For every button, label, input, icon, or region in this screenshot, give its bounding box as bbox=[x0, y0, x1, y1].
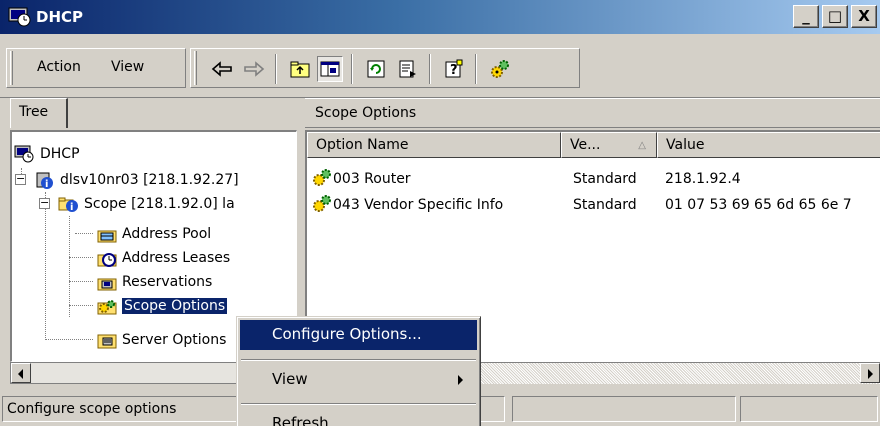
column-header-value[interactable]: Value bbox=[657, 132, 880, 158]
option-value: 01 07 53 69 65 6d 65 6e 7 bbox=[665, 197, 852, 213]
option-value: 218.1.92.4 bbox=[665, 171, 741, 187]
tree-node-label: Address Pool bbox=[122, 226, 212, 242]
tree-connector bbox=[69, 281, 93, 282]
right-arrow-icon bbox=[868, 369, 873, 379]
sort-ascending-icon: △ bbox=[638, 140, 646, 151]
svg-text:?: ? bbox=[450, 63, 458, 78]
list-item[interactable]: 043 Vendor Specific Info Standard 01 07 … bbox=[311, 194, 880, 218]
toolbar: Action View ? bbox=[0, 34, 880, 98]
tree-node-server-options[interactable]: Server Options bbox=[96, 328, 226, 352]
tree-node-scope[interactable]: i Scope [218.1.92.0] la bbox=[58, 192, 235, 216]
tree-connector bbox=[69, 305, 93, 306]
menu-group: Action View bbox=[6, 48, 186, 88]
list-item[interactable]: 003 Router Standard 218.1.92.4 bbox=[311, 168, 880, 192]
scroll-right-button[interactable] bbox=[860, 363, 880, 383]
server-icon: i bbox=[34, 170, 56, 190]
back-arrow-icon[interactable] bbox=[209, 56, 235, 82]
column-header-vendor[interactable]: Ve... △ bbox=[561, 132, 657, 158]
option-gear-icon bbox=[311, 194, 333, 218]
menu-view[interactable]: View bbox=[111, 59, 144, 75]
tree-node-address-pool[interactable]: Address Pool bbox=[96, 222, 211, 246]
show-hide-tree-icon[interactable] bbox=[317, 56, 343, 82]
column-header-label: Ve... bbox=[570, 137, 601, 153]
submenu-arrow-icon bbox=[458, 375, 463, 385]
tree-connector bbox=[45, 192, 46, 340]
tree-connector bbox=[69, 216, 70, 317]
tree-node-label: Scope [218.1.92.0] la bbox=[84, 196, 235, 212]
close-button[interactable]: X bbox=[851, 5, 877, 28]
window-title: DHCP bbox=[36, 8, 84, 26]
address-pool-icon bbox=[96, 224, 118, 244]
tree-node-address-leases[interactable]: Address Leases bbox=[96, 246, 230, 270]
tree-tab[interactable]: Tree bbox=[10, 98, 68, 128]
tree-connector bbox=[75, 233, 93, 234]
maximize-button[interactable]: □ bbox=[822, 5, 848, 28]
address-leases-icon bbox=[96, 248, 118, 268]
column-header-option-name[interactable]: Option Name bbox=[307, 132, 561, 158]
toolbar-separator bbox=[429, 54, 431, 84]
tree-connector bbox=[45, 339, 93, 340]
option-vendor: Standard bbox=[573, 171, 637, 187]
svg-text:i: i bbox=[45, 179, 48, 190]
dhcp-console-icon bbox=[14, 144, 36, 164]
status-panel-3 bbox=[512, 396, 736, 422]
left-arrow-icon bbox=[18, 369, 23, 379]
scope-folder-icon: i bbox=[58, 194, 80, 214]
toolbar-separator bbox=[275, 54, 277, 84]
tree-connector bbox=[69, 257, 93, 258]
tree-node-label: Reservations bbox=[122, 274, 213, 290]
toolbar-separator bbox=[351, 54, 353, 84]
details-pane-title: Scope Options bbox=[305, 98, 880, 128]
minimize-button[interactable]: _ bbox=[793, 5, 819, 28]
toolbar-separator bbox=[475, 54, 477, 84]
tree-node-server[interactable]: i dlsv10nr03 [218.1.92.27] bbox=[34, 168, 239, 192]
option-vendor: Standard bbox=[573, 197, 637, 213]
scope-options-icon bbox=[96, 296, 118, 316]
menu-item-label: View bbox=[272, 370, 308, 388]
reservations-icon bbox=[96, 272, 118, 292]
context-menu: Configure Options... View Refresh bbox=[236, 316, 481, 426]
svg-text:i: i bbox=[70, 202, 73, 213]
option-name: 043 Vendor Specific Info bbox=[333, 197, 504, 213]
export-list-icon[interactable] bbox=[395, 56, 421, 82]
menu-separator bbox=[241, 359, 476, 361]
tree-node-scope-options[interactable]: Scope Options bbox=[96, 294, 229, 318]
collapse-toggle-icon[interactable]: − bbox=[15, 173, 26, 185]
menu-item-refresh[interactable]: Refresh bbox=[240, 409, 477, 426]
toolbar-grip[interactable] bbox=[194, 51, 197, 85]
tree-node-label: Scope Options bbox=[120, 297, 229, 315]
option-name: 003 Router bbox=[333, 171, 411, 187]
tree-node-label: DHCP bbox=[40, 146, 80, 162]
collapse-toggle-icon[interactable]: − bbox=[39, 197, 50, 209]
up-folder-icon[interactable] bbox=[287, 56, 313, 82]
title-bar: DHCP _ □ X bbox=[0, 0, 880, 34]
tree-node-label: Address Leases bbox=[122, 250, 231, 266]
menu-grip[interactable] bbox=[10, 51, 13, 85]
tree-node-label: dlsv10nr03 [218.1.92.27] bbox=[60, 172, 239, 188]
forward-arrow-icon[interactable] bbox=[241, 56, 267, 82]
menu-item-view[interactable]: View bbox=[240, 365, 477, 395]
help-icon[interactable]: ? bbox=[441, 56, 467, 82]
toolbar-buttons-group: ? bbox=[190, 48, 580, 88]
server-options-icon bbox=[96, 330, 118, 350]
dhcp-app-icon bbox=[8, 6, 32, 28]
scroll-left-button[interactable] bbox=[11, 363, 31, 383]
status-panel-4 bbox=[740, 396, 878, 422]
options-gear-icon[interactable] bbox=[487, 56, 513, 82]
tree-node-reservations[interactable]: Reservations bbox=[96, 270, 212, 294]
menu-item-configure-options[interactable]: Configure Options... bbox=[240, 320, 477, 350]
refresh-icon[interactable] bbox=[363, 56, 389, 82]
menu-separator bbox=[241, 403, 476, 405]
menu-action[interactable]: Action bbox=[37, 59, 81, 75]
tree-node-label: Server Options bbox=[122, 332, 227, 348]
option-gear-icon bbox=[311, 168, 333, 192]
tree-node-dhcp[interactable]: DHCP bbox=[14, 142, 80, 166]
